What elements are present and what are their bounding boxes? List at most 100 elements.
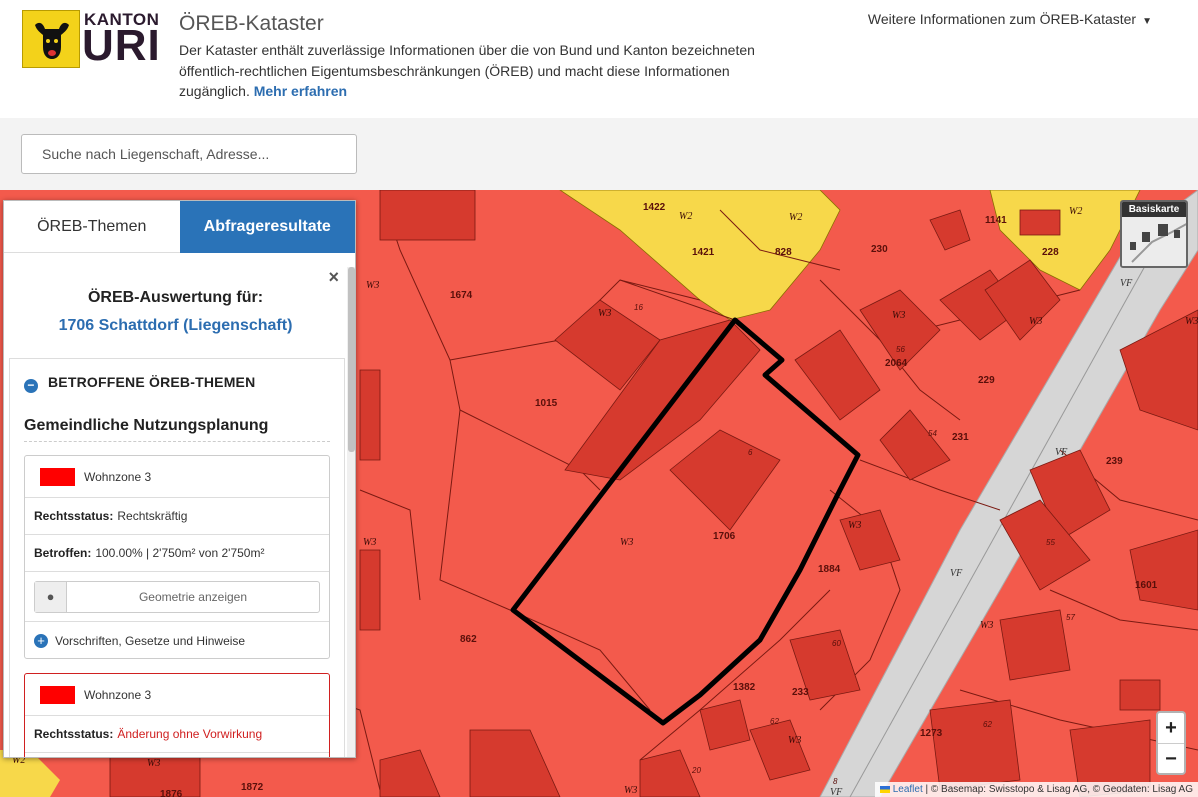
svg-text:233: 233: [792, 687, 809, 698]
basemap-switcher[interactable]: Basiskarte: [1120, 200, 1188, 268]
svg-text:1382: 1382: [733, 682, 756, 693]
section-header[interactable]: − BETROFFENE ÖREB-THEMEN: [24, 374, 255, 393]
svg-text:W3: W3: [620, 537, 633, 548]
basemap-label: Basiskarte: [1122, 202, 1186, 217]
collapse-icon[interactable]: −: [24, 379, 38, 393]
svg-text:1015: 1015: [535, 398, 558, 409]
affected-value: 100.00% | 2'750m² von 2'750m²: [95, 546, 265, 560]
svg-text:VF: VF: [830, 787, 843, 797]
search-input[interactable]: [21, 134, 357, 174]
svg-text:20: 20: [691, 766, 701, 775]
svg-text:1601: 1601: [1135, 580, 1158, 591]
geometry-row: ● Geometrie anzeigen: [25, 572, 329, 622]
zone-card: Wohnzone 3 Rechtsstatus: Änderung ohne V…: [24, 673, 330, 757]
svg-text:1706: 1706: [713, 531, 736, 542]
svg-text:W3: W3: [788, 735, 801, 746]
svg-text:1273: 1273: [920, 728, 943, 739]
svg-text:W3: W3: [598, 308, 611, 319]
svg-text:W2: W2: [1069, 206, 1082, 217]
svg-text:2064: 2064: [885, 358, 908, 369]
uri-bull-icon: [22, 10, 80, 68]
status-row: Rechtsstatus: Änderung ohne Vorwirkung: [25, 716, 329, 753]
svg-text:1872: 1872: [241, 782, 264, 793]
svg-text:1884: 1884: [818, 564, 841, 575]
logo-uri-text: URI: [82, 21, 161, 70]
svg-text:228: 228: [1042, 247, 1059, 258]
svg-text:8: 8: [833, 777, 838, 786]
chevron-down-icon: ▼: [1142, 16, 1152, 27]
app-title: ÖREB-Kataster: [179, 12, 324, 35]
svg-text:1876: 1876: [160, 789, 183, 797]
svg-text:1422: 1422: [643, 202, 666, 213]
status-label: Rechtsstatus:: [34, 509, 114, 523]
svg-text:W3: W3: [363, 537, 376, 548]
panel-body: × ÖREB-Auswertung für: 1706 Schattdorf (…: [4, 253, 355, 757]
svg-text:W2: W2: [679, 211, 692, 222]
zone-row: Wohnzone 3: [25, 456, 329, 498]
kanton-uri-logo[interactable]: KANTON URI: [22, 10, 161, 70]
svg-text:229: 229: [978, 375, 995, 386]
svg-text:60: 60: [832, 639, 841, 648]
search-band: [0, 118, 1198, 190]
svg-text:W3: W3: [980, 620, 993, 631]
svg-text:W3: W3: [1029, 316, 1042, 327]
svg-text:W3: W3: [892, 310, 905, 321]
svg-text:1421: 1421: [692, 247, 715, 258]
svg-text:VF: VF: [950, 568, 963, 579]
zone-name: Wohnzone 3: [84, 469, 152, 484]
svg-text:VF: VF: [1055, 447, 1068, 458]
auswertung-title: ÖREB-Auswertung für:: [87, 289, 264, 306]
svg-text:55: 55: [1046, 538, 1055, 547]
close-icon[interactable]: ×: [328, 267, 339, 288]
tab-oereb-themen[interactable]: ÖREB-Themen: [4, 201, 180, 253]
zone-name: Wohnzone 3: [84, 687, 152, 702]
zone-row: Wohnzone 3: [25, 674, 329, 716]
app-description: Der Kataster enthält zuverlässige Inform…: [179, 40, 779, 102]
status-row: Rechtsstatus: Rechtskräftig: [25, 498, 329, 535]
affected-label: Betroffen:: [34, 546, 92, 560]
results-panel: ÖREB-Themen Abfrageresultate × ÖREB-Ausw…: [3, 200, 356, 758]
zoom-in-button[interactable]: +: [1158, 713, 1184, 743]
svg-text:VF: VF: [1120, 278, 1133, 289]
svg-text:W2: W2: [789, 212, 802, 223]
tab-abfrageresultate[interactable]: Abfrageresultate: [179, 201, 355, 253]
svg-text:W3: W3: [147, 758, 160, 769]
regulations-toggle[interactable]: + Vorschriften, Gesetze und Hinweise: [25, 622, 329, 659]
panel-scrollbar[interactable]: [347, 267, 355, 757]
svg-text:1674: 1674: [450, 290, 473, 301]
auswertung-subtitle: 1706 Schattdorf (Liegenschaft): [58, 317, 293, 334]
svg-text:828: 828: [775, 247, 792, 258]
info-menu-label: Weitere Informationen zum ÖREB-Kataster: [867, 11, 1137, 27]
more-link[interactable]: Mehr erfahren: [254, 83, 347, 99]
info-menu[interactable]: Weitere Informationen zum ÖREB-Kataster ▼: [868, 11, 1152, 27]
attribution-text: | © Basemap: Swisstopo & Lisag AG, © Geo…: [922, 784, 1194, 795]
panel-tabs: ÖREB-Themen Abfrageresultate: [4, 201, 355, 253]
svg-text:231: 231: [952, 432, 969, 443]
group-title: Gemeindliche Nutzungsplanung: [24, 417, 330, 442]
leaflet-flag-icon: [879, 786, 890, 793]
affected-row: Betroffen: 100.00% | 2'750m² von 2'750m²: [25, 535, 329, 572]
svg-text:W3: W3: [366, 280, 379, 291]
expand-icon: +: [34, 633, 48, 648]
leaflet-link[interactable]: Leaflet: [893, 784, 923, 795]
zoom-control: + −: [1156, 711, 1186, 775]
geometry-button[interactable]: ● Geometrie anzeigen: [34, 580, 320, 613]
svg-text:56: 56: [896, 345, 905, 354]
map-pin-icon: ●: [35, 581, 67, 612]
svg-text:230: 230: [871, 244, 888, 255]
svg-text:862: 862: [460, 634, 477, 645]
svg-text:W3: W3: [1185, 316, 1198, 327]
map-attribution: Leaflet | © Basemap: Swisstopo & Lisag A…: [874, 782, 1198, 797]
svg-text:62: 62: [983, 720, 992, 729]
status-label: Rechtsstatus:: [34, 727, 114, 741]
zoom-out-button[interactable]: −: [1158, 743, 1184, 773]
section-header-label: BETROFFENE ÖREB-THEMEN: [48, 374, 256, 390]
regulations-label: Vorschriften, Gesetze und Hinweise: [55, 633, 246, 648]
status-value: Rechtskräftig: [117, 509, 188, 523]
scrollbar-thumb[interactable]: [348, 267, 355, 452]
svg-text:1141: 1141: [985, 215, 1007, 226]
status-value: Änderung ohne Vorwirkung: [117, 727, 263, 741]
svg-text:6: 6: [748, 448, 753, 457]
geometry-button-label: Geometrie anzeigen: [138, 589, 248, 604]
svg-text:239: 239: [1106, 456, 1123, 467]
